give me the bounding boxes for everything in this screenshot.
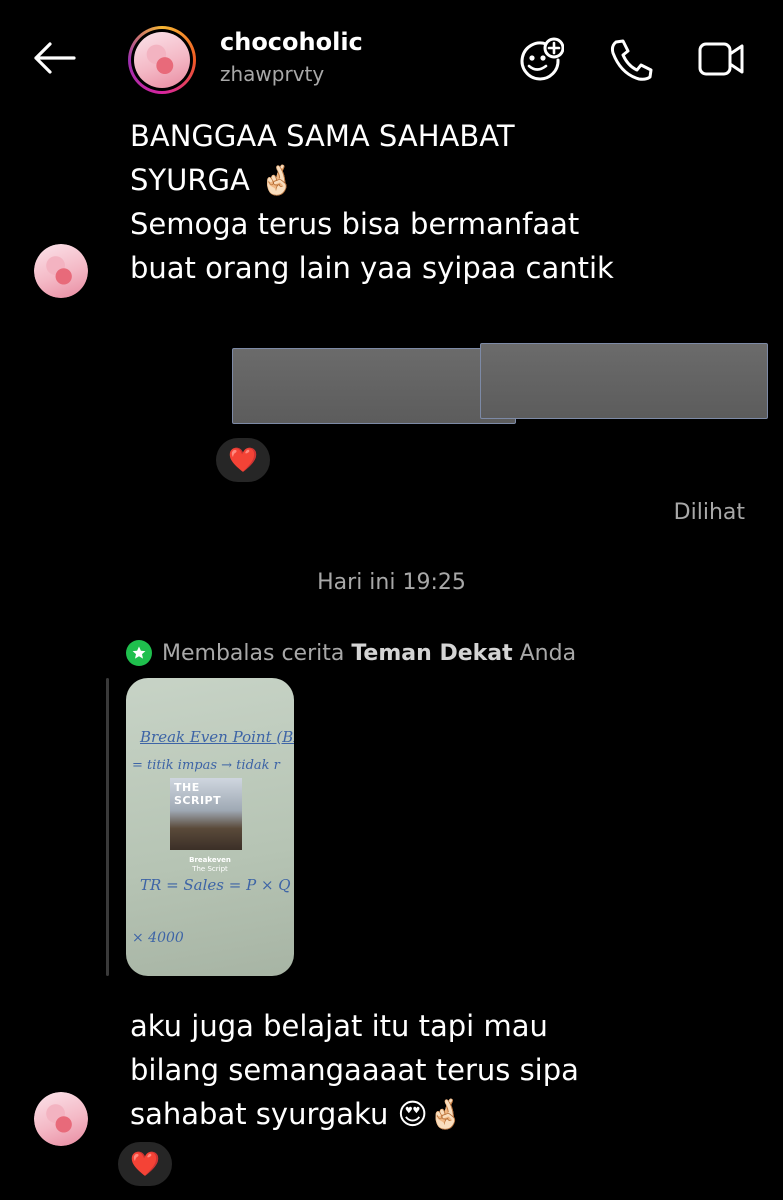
sender-avatar[interactable] (34, 1092, 88, 1146)
reply-bar (106, 678, 109, 976)
message-line: BANGGAA SAMA SAHABAT (130, 119, 515, 153)
message-line: buat orang lain yaa syipaa cantik (130, 251, 614, 285)
message-line: sahabat syurgaku 😍🤞🏻 (130, 1097, 464, 1131)
album-cover: THE SCRIPT (170, 778, 242, 850)
song-artist: The Script (192, 865, 228, 873)
story-thumbnail[interactable]: Break Even Point (BEP) = titik impas → t… (126, 678, 294, 976)
message-line: aku juga belajat itu tapi mau (130, 1009, 548, 1043)
song-title: Breakeven (189, 856, 231, 864)
board-text: = titik impas → tidak r (132, 758, 280, 773)
message-text-1[interactable]: BANGGAA SAMA SAHABAT SYURGA 🤞🏻 Semoga te… (130, 114, 614, 290)
seen-status: Dilihat (673, 500, 745, 525)
message-line: SYURGA 🤞🏻 (130, 163, 296, 197)
heart-reaction[interactable]: ❤️ (118, 1142, 172, 1186)
message-text-2[interactable]: aku juga belajat itu tapi mau bilang sem… (130, 1004, 579, 1136)
board-text: TR = Sales = P × Q (140, 876, 291, 894)
heart-reaction[interactable]: ❤️ (216, 438, 270, 482)
video-camera-icon[interactable] (696, 36, 746, 82)
contact-name[interactable]: chocoholic (220, 28, 363, 56)
timestamp: Hari ini 19:25 (317, 570, 466, 595)
sticker-add-icon[interactable] (514, 36, 565, 82)
sender-avatar[interactable] (34, 244, 88, 298)
chat-header: chocoholic zhawprvty (0, 0, 783, 115)
profile-avatar[interactable] (128, 26, 196, 94)
contact-username[interactable]: zhawprvty (220, 62, 324, 86)
back-arrow-icon[interactable] (30, 38, 78, 78)
star-icon (126, 640, 152, 666)
phone-icon[interactable] (606, 36, 656, 82)
shared-image[interactable] (230, 342, 770, 424)
board-text: × 4000 (132, 930, 184, 946)
story-reply-label: Membalas cerita Teman Dekat Anda (126, 640, 576, 666)
message-line: Semoga terus bisa bermanfaat (130, 207, 580, 241)
message-line: bilang semangaaaat terus sipa (130, 1053, 579, 1087)
board-text: Break Even Point (BEP) (140, 728, 294, 746)
